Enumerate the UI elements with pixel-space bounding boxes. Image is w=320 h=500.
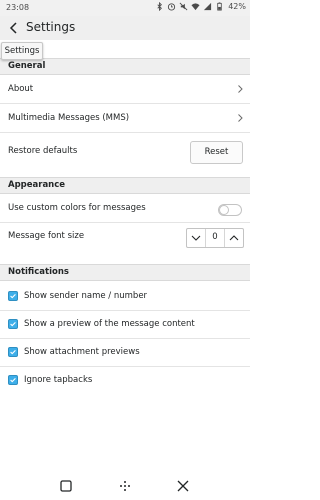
custom-colors-row[interactable]: Use custom colors for messages (0, 194, 250, 223)
wifi-icon (191, 3, 200, 11)
toggle-knob (219, 205, 229, 215)
navigation-bar (0, 470, 250, 500)
attachments-label: Show attachment previews (24, 347, 140, 357)
preview-checkbox[interactable] (8, 319, 18, 329)
notification-preview-row[interactable]: Show a preview of the message content (0, 310, 250, 339)
mms-row[interactable]: Multimedia Messages (MMS) (0, 104, 250, 133)
notification-attachments-row[interactable]: Show attachment previews (0, 338, 250, 367)
preview-label: Show a preview of the message content (24, 319, 195, 329)
section-title: Notifications (8, 267, 69, 277)
section-appearance: Appearance (0, 177, 250, 194)
section-notifications: Notifications (0, 264, 250, 281)
tapbacks-checkbox[interactable] (8, 375, 18, 385)
alarm-icon (168, 3, 176, 11)
close-icon[interactable] (176, 479, 190, 493)
check-icon (10, 350, 16, 355)
section-title: Appearance (8, 180, 66, 190)
font-size-stepper[interactable]: 0 (186, 228, 244, 248)
page-title: Settings (26, 20, 76, 34)
signal-icon (204, 2, 212, 11)
home-icon[interactable] (118, 479, 132, 493)
about-label: About (8, 84, 34, 94)
restore-defaults-label: Restore defaults (8, 146, 78, 156)
battery-percent: 42% (228, 2, 246, 11)
chevron-down-icon[interactable] (187, 229, 206, 247)
check-icon (10, 294, 16, 299)
notification-sender-row[interactable]: Show sender name / number (0, 282, 250, 311)
notification-tapbacks-row[interactable]: Ignore tapbacks (0, 366, 250, 394)
about-row[interactable]: About (0, 75, 250, 104)
bluetooth-icon (157, 2, 163, 11)
check-icon (10, 322, 16, 327)
section-title: General (8, 61, 46, 71)
chevron-right-icon (238, 114, 243, 122)
mms-label: Multimedia Messages (MMS) (8, 113, 130, 123)
custom-colors-toggle[interactable] (218, 204, 242, 216)
sender-checkbox[interactable] (8, 291, 18, 301)
section-general: General (0, 58, 250, 75)
overview-icon[interactable] (59, 479, 73, 493)
font-size-value: 0 (212, 232, 218, 242)
custom-colors-label: Use custom colors for messages (8, 203, 146, 213)
chevron-right-icon (238, 85, 243, 93)
app-header: Settings (0, 16, 250, 40)
font-size-label: Message font size (8, 231, 85, 241)
sender-label: Show sender name / number (24, 291, 148, 301)
status-bar: 23:08 42% (0, 0, 250, 16)
back-arrow-icon[interactable] (6, 20, 22, 36)
tooltip: Settings (1, 42, 43, 60)
tapbacks-label: Ignore tapbacks (24, 375, 93, 385)
reset-button[interactable]: Reset (190, 141, 243, 164)
check-icon (10, 378, 16, 383)
silent-icon (179, 2, 188, 11)
attachments-checkbox[interactable] (8, 347, 18, 357)
chevron-up-icon[interactable] (224, 229, 243, 247)
status-icons: 42% (155, 2, 246, 11)
status-time: 23:08 (6, 3, 30, 12)
battery-icon (217, 2, 222, 11)
